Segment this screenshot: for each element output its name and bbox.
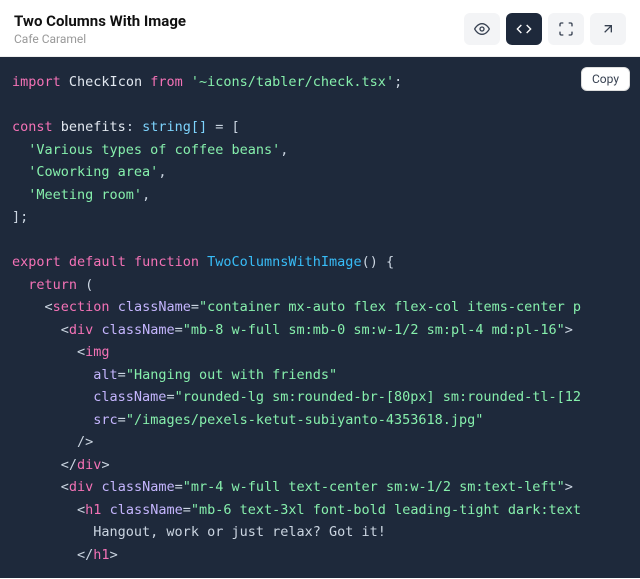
header: Two Columns With Image Cafe Caramel [0, 0, 640, 57]
code-panel: Copy import CheckIcon from '~icons/table… [0, 57, 640, 578]
copy-button[interactable]: Copy [581, 67, 630, 91]
expand-icon [558, 21, 574, 37]
expand-button[interactable] [548, 13, 584, 45]
open-button[interactable] [590, 13, 626, 45]
code-icon [516, 21, 532, 37]
toolbar [464, 13, 626, 45]
eye-icon [474, 21, 490, 37]
preview-button[interactable] [464, 13, 500, 45]
external-link-icon [600, 21, 616, 37]
header-text: Two Columns With Image Cafe Caramel [14, 12, 186, 46]
page-subtitle: Cafe Caramel [14, 32, 186, 46]
page-title: Two Columns With Image [14, 12, 186, 30]
code-block: import CheckIcon from '~icons/tabler/che… [0, 57, 640, 578]
code-button[interactable] [506, 13, 542, 45]
